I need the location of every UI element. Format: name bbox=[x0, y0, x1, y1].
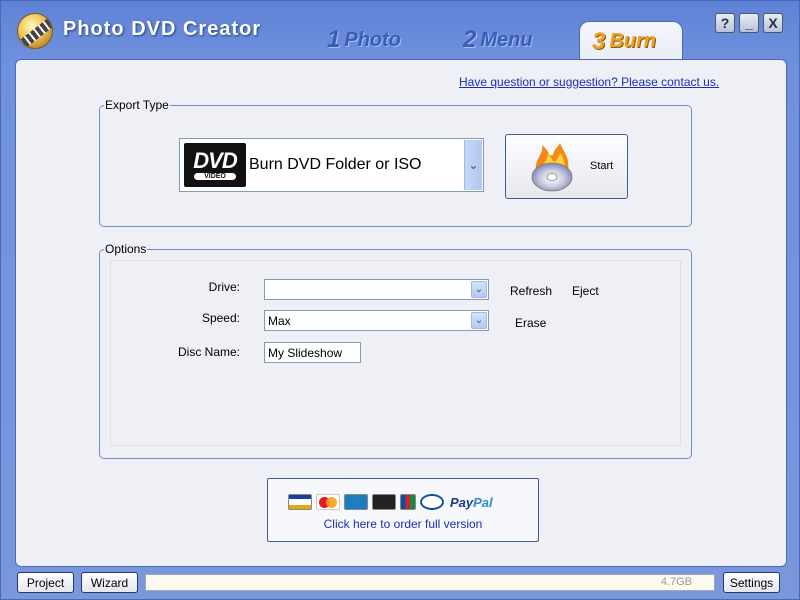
amex-icon bbox=[344, 494, 368, 510]
speed-label: Speed: bbox=[201, 311, 240, 325]
chevron-down-icon[interactable]: ⌄ bbox=[464, 140, 482, 190]
options-legend: Options bbox=[104, 242, 148, 256]
erase-button[interactable]: Erase bbox=[515, 316, 546, 330]
tab-menu-number: 2 bbox=[463, 26, 477, 53]
speed-value: Max bbox=[268, 314, 291, 328]
speed-select[interactable]: Max ⌄ bbox=[264, 310, 489, 331]
minimize-button[interactable]: _ bbox=[739, 13, 759, 33]
paypal-logo: PayPal bbox=[450, 495, 493, 510]
diners-icon bbox=[420, 494, 444, 510]
export-type-value: Burn DVD Folder or ISO bbox=[249, 156, 422, 173]
dvd-logo-text: DVD bbox=[193, 148, 237, 173]
refresh-button[interactable]: Refresh bbox=[510, 284, 552, 298]
start-label: Start bbox=[590, 160, 614, 172]
app-window: Photo DVD Creator 1 Photo 2 Menu 3 Burn … bbox=[0, 0, 800, 600]
main-panel: Have question or suggestion? Please cont… bbox=[15, 59, 787, 567]
paypal-pay: Pay bbox=[450, 494, 474, 510]
capacity-label: 4.7GB bbox=[660, 576, 692, 588]
project-button[interactable]: Project bbox=[17, 572, 74, 593]
app-logo-icon bbox=[17, 13, 53, 49]
close-button[interactable]: X bbox=[763, 13, 783, 33]
chevron-down-icon[interactable]: ⌄ bbox=[471, 281, 487, 298]
app-title: Photo DVD Creator bbox=[63, 18, 262, 40]
dvd-video-logo-icon: DVD VIDEO bbox=[184, 143, 246, 187]
tab-photo[interactable]: 1 Photo bbox=[327, 23, 401, 57]
drive-select[interactable]: ⌄ bbox=[264, 279, 489, 300]
paypal-pal: Pal bbox=[473, 494, 493, 510]
tab-photo-number: 1 bbox=[327, 26, 341, 53]
tab-menu[interactable]: 2 Menu bbox=[463, 23, 533, 57]
jcb-icon bbox=[400, 494, 416, 510]
visa-icon bbox=[288, 494, 312, 510]
tab-photo-label: Photo bbox=[344, 28, 402, 51]
tab-burn-number: 3 bbox=[592, 27, 606, 55]
tab-burn-label: Burn bbox=[609, 30, 657, 52]
eject-button[interactable]: Eject bbox=[572, 284, 599, 298]
tab-burn[interactable]: 3 Burn bbox=[579, 21, 683, 61]
export-type-legend: Export Type bbox=[104, 98, 170, 112]
mastercard-icon bbox=[316, 494, 340, 510]
start-button[interactable]: Start bbox=[505, 134, 628, 199]
order-link[interactable]: Click here to order full version bbox=[268, 517, 538, 531]
order-box[interactable]: PayPal Click here to order full version bbox=[267, 478, 539, 542]
tab-menu-label: Menu bbox=[480, 28, 533, 51]
disc-name-label: Disc Name: bbox=[177, 345, 240, 359]
chevron-down-icon[interactable]: ⌄ bbox=[471, 312, 487, 329]
contact-link[interactable]: Have question or suggestion? Please cont… bbox=[459, 75, 719, 89]
burn-disc-icon bbox=[531, 143, 573, 192]
drive-label: Drive: bbox=[208, 280, 240, 294]
payment-methods: PayPal bbox=[288, 494, 493, 510]
settings-button[interactable]: Settings bbox=[723, 572, 780, 593]
export-type-select[interactable]: DVD VIDEO Burn DVD Folder or ISO ⌄ bbox=[179, 138, 484, 192]
options-group: Options Drive: ⌄ Refresh Eject Speed: Ma… bbox=[99, 242, 692, 459]
dvd-logo-subtext: VIDEO bbox=[194, 173, 236, 180]
discover-icon bbox=[372, 494, 396, 510]
disc-name-input[interactable]: My Slideshow bbox=[264, 342, 361, 363]
export-type-group: Export Type DVD VIDEO Burn DVD Folder or… bbox=[99, 98, 692, 227]
disc-capacity-bar: 4.7GB bbox=[145, 574, 715, 591]
wizard-button[interactable]: Wizard bbox=[81, 572, 138, 593]
help-button[interactable]: ? bbox=[715, 13, 735, 33]
